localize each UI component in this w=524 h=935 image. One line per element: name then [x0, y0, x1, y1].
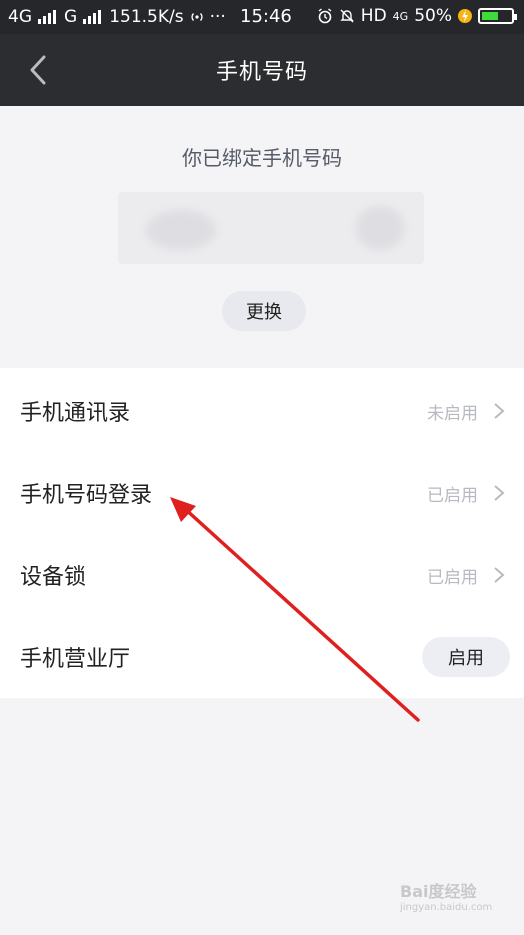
list-item-contacts[interactable]: 手机通讯录 未启用 — [0, 370, 524, 452]
network-type-right: G — [64, 7, 78, 27]
watermark-logo: Bai度经验 jingyan.baidu.com — [400, 878, 518, 926]
more-indicator: ··· — [209, 7, 226, 27]
list-item-status: 已启用 — [427, 485, 478, 506]
list-item-status: 已启用 — [427, 567, 478, 588]
back-button[interactable] — [18, 48, 58, 92]
list-item-label: 手机号码登录 — [20, 483, 153, 508]
enable-button[interactable]: 启用 — [422, 637, 510, 677]
battery-percent: 50% — [414, 6, 452, 26]
phone-number-obscured — [118, 192, 424, 264]
settings-list: 手机通讯录 未启用 手机号码登录 已启用 设备锁 已启用 手机营业厅 启用 — [0, 368, 524, 698]
chevron-left-icon — [30, 55, 46, 85]
chevron-right-icon — [494, 485, 505, 501]
bound-phone-text: 你已绑定手机号码 — [182, 146, 342, 170]
list-item-label: 设备锁 — [20, 565, 87, 590]
status-bar: 4G G 151.5K/s ··· 15:46 HD 4G 50% — [0, 0, 524, 34]
hd-label: HD — [360, 6, 387, 26]
list-item-device-lock[interactable]: 设备锁 已启用 — [0, 534, 524, 616]
signal-icon — [83, 10, 102, 24]
charging-icon — [458, 9, 472, 23]
hotspot-icon — [191, 13, 203, 21]
status-right: HD 4G 50% — [317, 6, 517, 26]
battery-icon — [478, 8, 517, 24]
network-speed: 151.5K/s — [109, 7, 184, 27]
signal-icon — [38, 10, 56, 24]
clock: 15:46 — [240, 6, 292, 27]
bound-phone-section: 你已绑定手机号码 更换 — [0, 106, 524, 364]
obscured-blob — [356, 206, 404, 250]
watermark-sub: jingyan.baidu.com — [400, 902, 493, 913]
list-item-mobile-hall: 手机营业厅 启用 — [0, 616, 524, 698]
change-button[interactable]: 更换 — [222, 291, 306, 331]
signal-4g-label: 4G — [392, 9, 409, 23]
list-item-label: 手机营业厅 — [20, 647, 131, 672]
chevron-right-icon — [494, 403, 505, 419]
list-item-label: 手机通讯录 — [20, 401, 131, 426]
obscured-blob — [146, 210, 216, 250]
chevron-right-icon — [494, 567, 505, 583]
status-left: 4G G 151.5K/s ··· — [8, 7, 226, 27]
mute-icon — [340, 9, 354, 23]
nav-bar: 手机号码 — [0, 34, 524, 106]
list-item-status: 未启用 — [427, 403, 478, 424]
page-title: 手机号码 — [215, 60, 308, 85]
watermark-text: Bai度经验 — [400, 882, 477, 901]
alarm-icon — [318, 8, 332, 24]
list-item-phone-login[interactable]: 手机号码登录 已启用 — [0, 452, 524, 534]
network-type-left: 4G — [8, 7, 32, 27]
